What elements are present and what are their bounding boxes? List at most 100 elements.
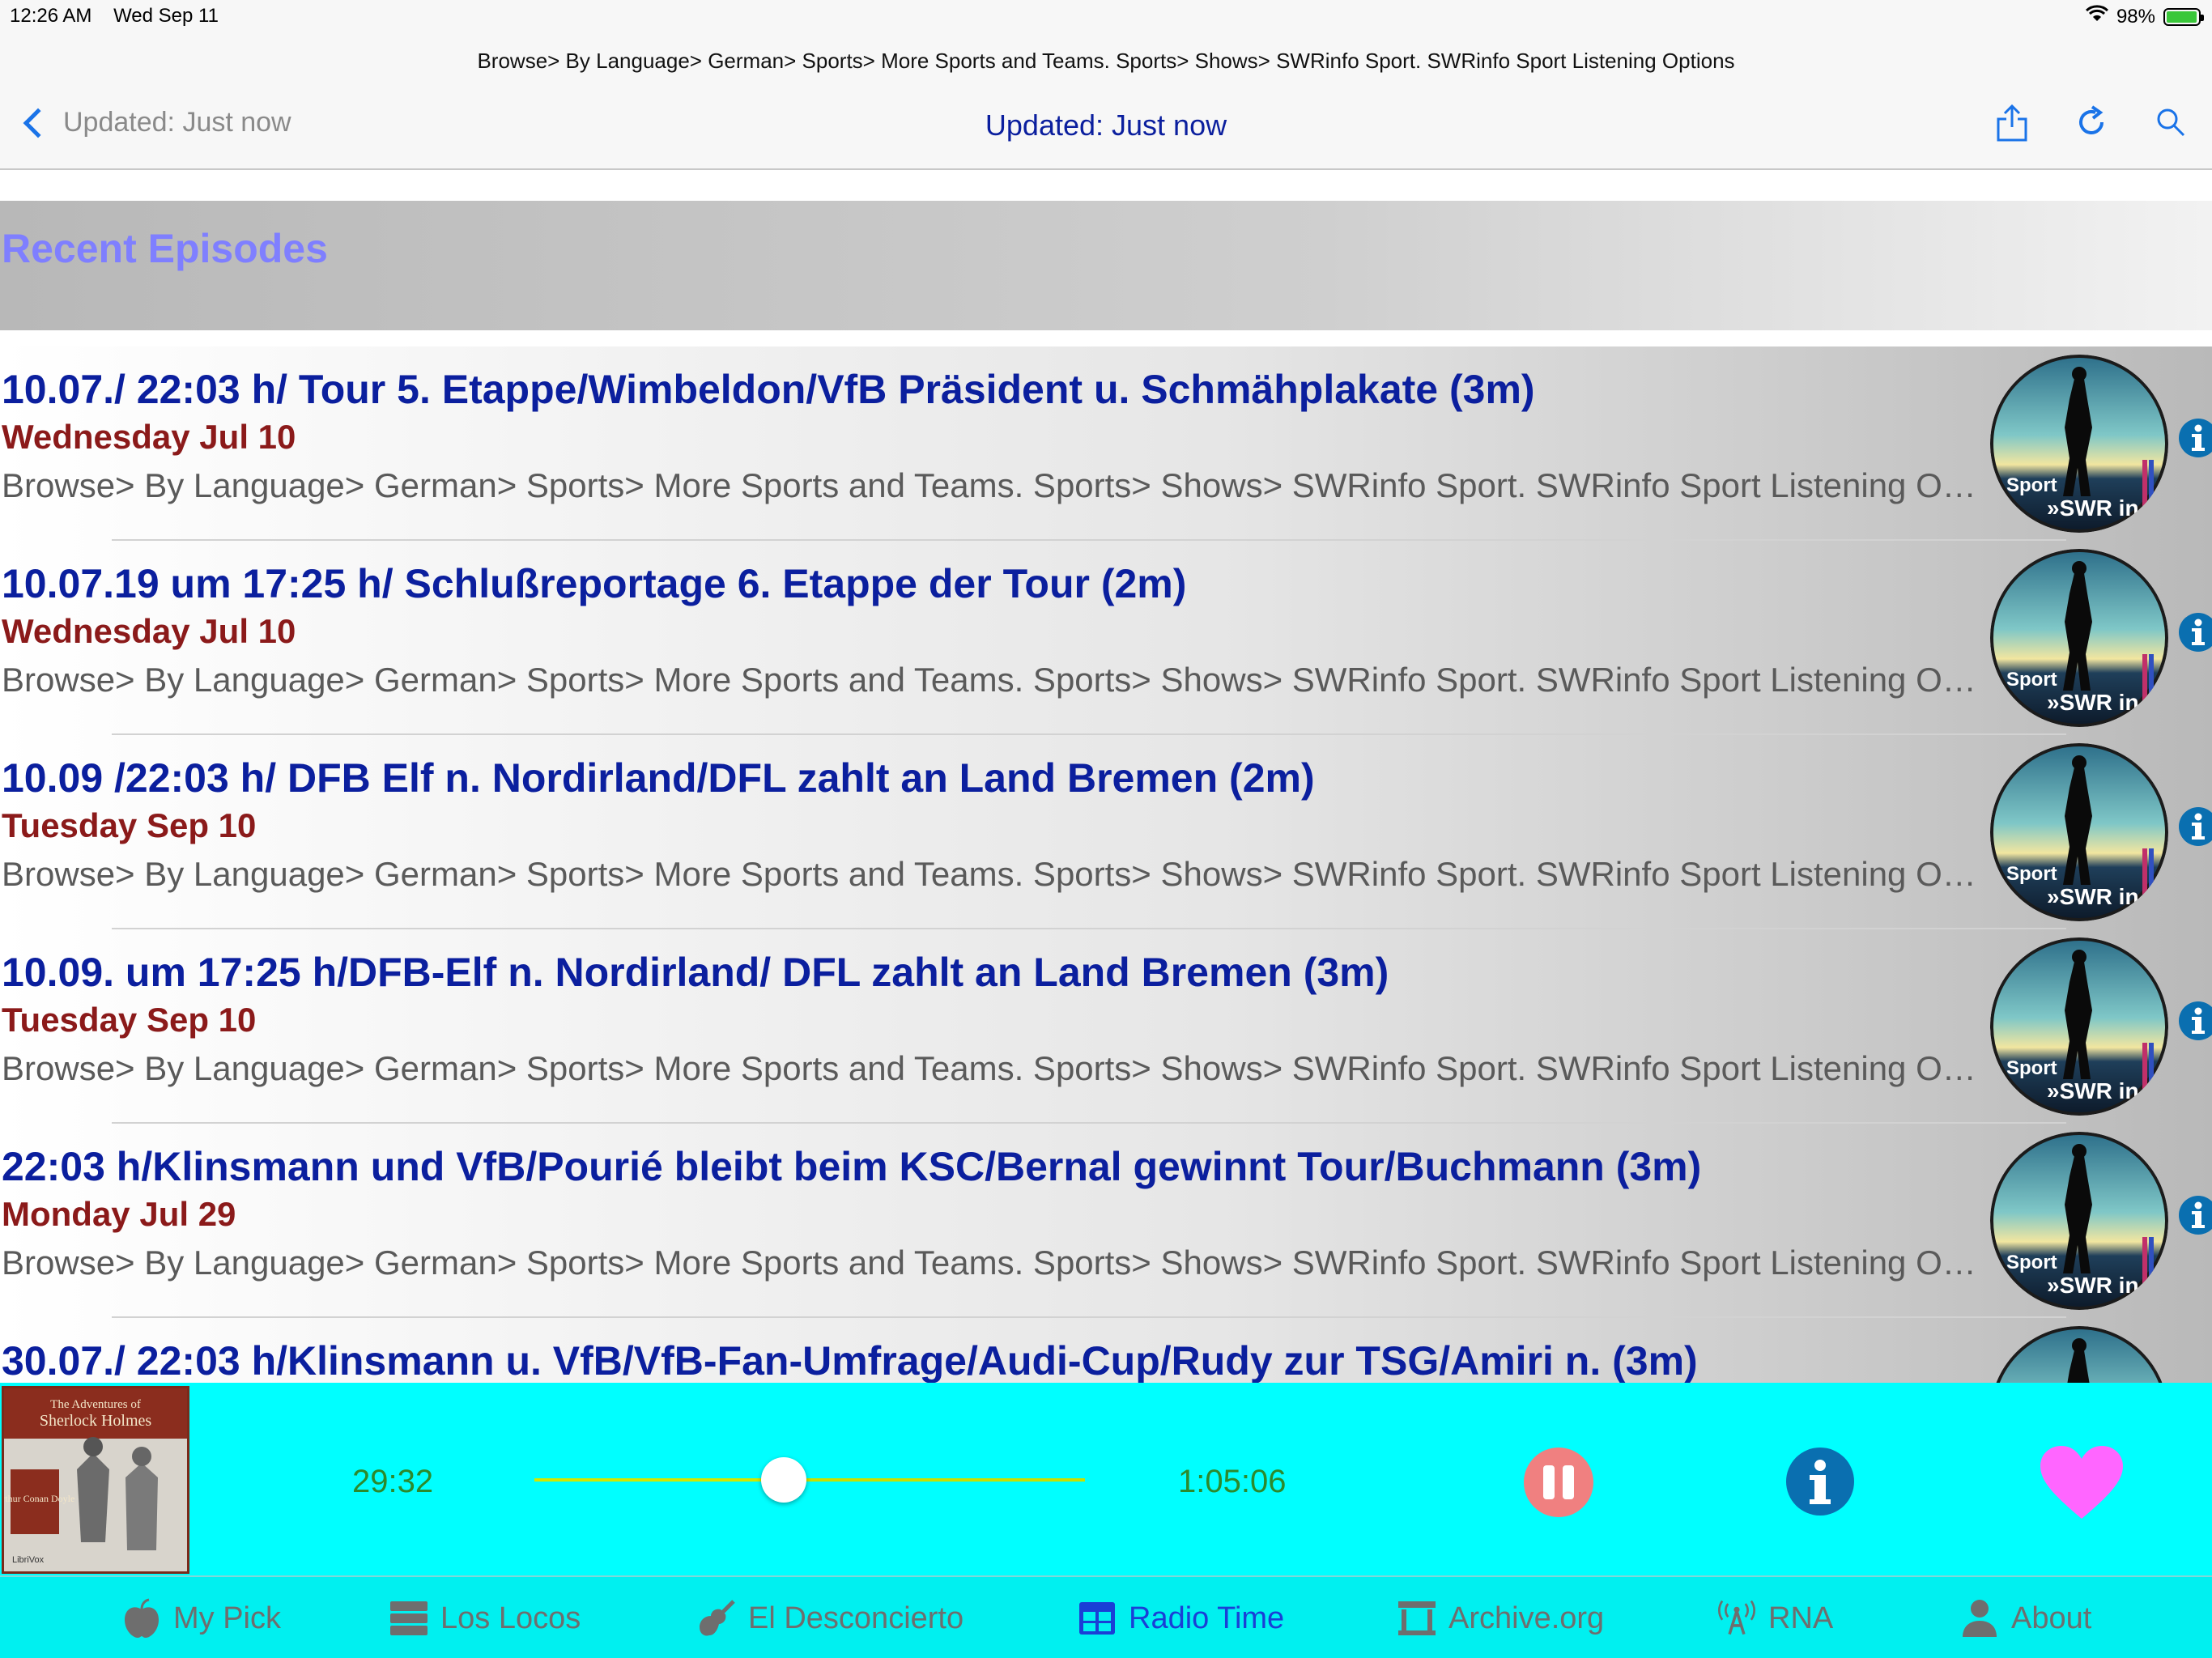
tab-label: My Pick <box>173 1601 281 1635</box>
tab-my-pick[interactable]: My Pick <box>121 1577 281 1658</box>
apple-icon <box>121 1598 162 1639</box>
battery-percent: 98% <box>2116 5 2155 28</box>
episode-row[interactable]: 10.07./ 22:03 h/ Tour 5. Etappe/Wimbeldo… <box>0 346 2212 541</box>
episode-date: Wednesday Jul 10 <box>2 612 296 650</box>
section-title: Recent Episodes <box>2 226 328 271</box>
episode-path: Browse> By Language> German> Sports> Mor… <box>2 1244 1985 1282</box>
chevron-left-icon <box>23 108 53 138</box>
tab-label: About <box>2011 1601 2092 1635</box>
episode-date: Tuesday Sep 10 <box>2 806 257 844</box>
share-icon[interactable] <box>1993 104 2031 142</box>
album-title-line2: Sherlock Holmes <box>40 1412 152 1430</box>
tab-los-locos[interactable]: Los Locos <box>389 1577 581 1658</box>
episode-date: Wednesday Jul 10 <box>2 418 296 456</box>
episode-row[interactable]: 10.09 /22:03 h/ DFB Elf n. Nordirland/DF… <box>0 735 2212 929</box>
artwork-label-swr: »SWR in <box>2047 1273 2139 1298</box>
artwork-label-sport: Sport <box>2006 474 2057 496</box>
artwork-label-sport: Sport <box>2006 1252 2057 1273</box>
artwork-label-sport: Sport <box>2006 1057 2057 1079</box>
tab-radio-time[interactable]: Radio Time <box>1077 1577 1284 1658</box>
episode-artwork: Sport »SWR in <box>1990 743 2168 921</box>
guitar-icon <box>696 1598 737 1639</box>
artwork-label-sport: Sport <box>2006 863 2057 885</box>
album-art[interactable]: The Adventures of Sherlock Holmes Arthur… <box>2 1386 189 1574</box>
pause-button[interactable] <box>1524 1448 1593 1517</box>
episode-path: Browse> By Language> German> Sports> Mor… <box>2 1049 1985 1087</box>
tab-label: Radio Time <box>1129 1601 1285 1635</box>
breadcrumb: Browse> By Language> German> Sports> Mor… <box>477 49 1735 73</box>
battery-level <box>2167 11 2197 23</box>
episode-info-icon[interactable] <box>2178 612 2212 653</box>
episode-date: Tuesday Sep 10 <box>2 1001 257 1039</box>
navigation-bar: Browse> By Language> German> Sports> Mor… <box>0 34 2212 170</box>
episode-info-icon[interactable] <box>2178 1195 2212 1235</box>
episode-row[interactable]: 10.07.19 um 17:25 h/ Schlußreportage 6. … <box>0 541 2212 735</box>
status-bar: 12:26 AM Wed Sep 11 98% <box>0 0 2212 34</box>
tab-label: El Desconcierto <box>748 1601 964 1635</box>
battery-icon <box>2163 7 2204 26</box>
tab-rna[interactable]: RNA <box>1716 1577 1833 1658</box>
episode-artwork <box>1990 1326 2168 1383</box>
tab-about[interactable]: About <box>1959 1577 2091 1658</box>
artwork-label-swr: »SWR in <box>2047 690 2139 715</box>
episode-title: 10.07.19 um 17:25 h/ Schlußreportage 6. … <box>2 561 1187 606</box>
episode-artwork: Sport »SWR in <box>1990 1132 2168 1310</box>
episode-path: Browse> By Language> German> Sports> Mor… <box>2 466 1985 504</box>
person-icon <box>1959 1598 2000 1639</box>
favorite-heart-icon[interactable] <box>2039 1444 2125 1522</box>
nav-actions <box>1993 104 2189 142</box>
tab-bar: My Pick Los Locos El Desconcierto Radio Tim… <box>0 1575 2212 1658</box>
player-info-icon[interactable] <box>1784 1446 1856 1517</box>
episode-row[interactable]: 10.09. um 17:25 h/DFB-Elf n. Nordirland/… <box>0 929 2212 1124</box>
refresh-icon[interactable] <box>2073 104 2110 141</box>
tab-label: RNA <box>1768 1601 1834 1635</box>
search-icon[interactable] <box>2152 104 2189 141</box>
playback-scrubber[interactable] <box>534 1457 1085 1503</box>
episode-date: Monday Jul 29 <box>2 1195 236 1233</box>
artwork-label-sport: Sport <box>2006 669 2057 691</box>
episode-row[interactable]: 30.07./ 22:03 h/Klinsmann u. VfB/VfB-Fan… <box>0 1318 2212 1383</box>
artwork-label-swr: »SWR in <box>2047 495 2139 521</box>
episode-path: Browse> By Language> German> Sports> Mor… <box>2 661 1985 699</box>
section-header: Recent Episodes <box>0 201 2212 330</box>
episode-artwork: Sport »SWR in <box>1990 937 2168 1116</box>
tab-archive-org[interactable]: Archive.org <box>1397 1577 1604 1658</box>
episode-artwork: Sport »SWR in <box>1990 355 2168 533</box>
radio-antenna-icon <box>1716 1598 1757 1639</box>
episode-row[interactable]: 22:03 h/Klinsmann und VfB/Pourié bleibt … <box>0 1124 2212 1318</box>
episode-artwork: Sport »SWR in <box>1990 549 2168 727</box>
tab-label: Archive.org <box>1448 1601 1605 1635</box>
archive-building-icon <box>1397 1598 1437 1639</box>
elapsed-time: 29:32 <box>352 1464 434 1499</box>
episode-title: 22:03 h/Klinsmann und VfB/Pourié bleibt … <box>2 1144 1702 1189</box>
album-publisher: LibriVox <box>12 1555 45 1565</box>
episode-title: 10.09 /22:03 h/ DFB Elf n. Nordirland/DF… <box>2 755 1315 801</box>
status-right: 98% <box>2085 5 2204 28</box>
artwork-label-swr: »SWR in <box>2047 1078 2139 1103</box>
tab-label: Los Locos <box>440 1601 581 1635</box>
episode-info-icon[interactable] <box>2178 1001 2212 1041</box>
episode-title: 30.07./ 22:03 h/Klinsmann u. VfB/VfB-Fan… <box>2 1338 1698 1383</box>
episode-path: Browse> By Language> German> Sports> Mor… <box>2 855 1985 893</box>
page-title: Updated: Just now <box>985 108 1227 142</box>
episode-list[interactable]: 10.07./ 22:03 h/ Tour 5. Etappe/Wimbeldo… <box>0 346 2212 1383</box>
tab-el-desconcierto[interactable]: El Desconcierto <box>696 1577 963 1658</box>
scrubber-progress <box>534 1478 785 1482</box>
back-button-label: Updated: Just now <box>63 107 291 138</box>
episode-title: 10.07./ 22:03 h/ Tour 5. Etappe/Wimbeldo… <box>2 367 1535 412</box>
episode-info-icon[interactable] <box>2178 806 2212 847</box>
album-title-line1: The Adventures of <box>50 1398 141 1411</box>
grid-table-icon <box>1077 1598 1117 1639</box>
back-button[interactable]: Updated: Just now <box>16 107 291 138</box>
status-left: 12:26 AM Wed Sep 11 <box>10 5 235 28</box>
status-date: Wed Sep 11 <box>113 5 219 27</box>
status-time: 12:26 AM <box>10 5 92 27</box>
now-playing-bar: The Adventures of Sherlock Holmes Arthur… <box>0 1383 2212 1575</box>
server-stack-icon <box>389 1598 429 1639</box>
episode-title: 10.09. um 17:25 h/DFB-Elf n. Nordirland/… <box>2 950 1389 995</box>
total-time: 1:05:06 <box>1178 1464 1287 1499</box>
scrubber-thumb[interactable] <box>761 1457 807 1503</box>
wifi-icon <box>2085 5 2108 28</box>
album-author: Arthur Conan Doyle <box>4 1493 74 1504</box>
episode-info-icon[interactable] <box>2178 418 2212 458</box>
